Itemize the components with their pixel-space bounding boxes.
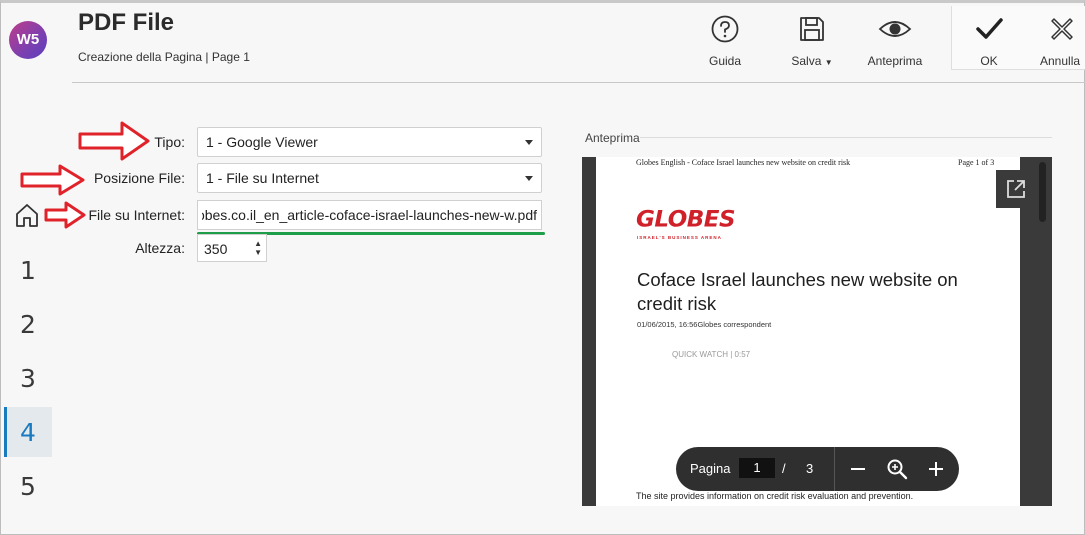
page-controls: Pagina 1 / 3 [676,447,959,491]
chevron-down-icon: ▼ [824,58,833,67]
preview-label: Anteprima [585,131,640,145]
total-pages: 3 [806,461,814,476]
step-2[interactable]: 2 [4,299,52,349]
annulla-button[interactable]: Annulla [1040,14,1084,68]
quick-watch-text: QUICK WATCH | 0:57 [672,350,751,359]
page-title: PDF File [78,9,175,36]
pager-separator: / [782,461,786,476]
altezza-label: Altezza: [135,240,185,256]
step-4[interactable]: 4 [4,407,52,457]
ok-label: OK [980,54,998,68]
salva-label: Salva [791,54,822,68]
guida-button[interactable]: Guida [703,14,747,68]
article-body-text: The site provides information on credit … [636,491,914,501]
zoom-in-icon[interactable] [926,459,946,479]
zoom-fit-icon[interactable] [886,458,908,480]
tipo-value: 1 - Google Viewer [206,134,318,150]
header-divider [72,82,1085,83]
tipo-select[interactable]: 1 - Google Viewer [197,127,542,157]
sidebar: W5 1 2 3 4 5 [0,0,56,535]
breadcrumb: Creazione della Pagina | Page 1 [78,50,250,64]
globes-logo-subtitle: ISRAEL'S BUSINESS ARENA [637,235,722,240]
ok-button[interactable]: OK [970,14,1008,68]
viewer-scrollbar[interactable] [1039,162,1046,222]
close-icon [1051,18,1073,40]
annulla-label: Annulla [1040,54,1081,68]
altezza-stepper[interactable]: 350 ▲ ▼ [197,234,267,262]
save-icon [800,17,824,41]
posizione-file-value: 1 - File su Internet [206,170,319,186]
anteprima-label: Anteprima [867,54,923,68]
pdf-viewer[interactable]: Globes English - Coface Israel launches … [582,157,1052,506]
doc-header-right: Page 1 of 3 [958,158,995,167]
doc-header-left: Globes English - Coface Israel launches … [636,158,851,167]
globes-logo: GLOBES [636,207,736,233]
altezza-value: 350 [204,241,228,257]
home-icon[interactable] [14,202,40,228]
popout-button[interactable] [996,170,1036,208]
article-byline: 01/06/2015, 16:56Globes correspondent [637,320,772,329]
chevron-down-icon [525,176,533,181]
zoom-out-icon[interactable] [848,459,868,479]
posizione-file-select[interactable]: 1 - File su Internet [197,163,542,193]
help-icon [711,15,739,43]
eye-icon [878,21,912,37]
salva-button[interactable]: Salva ▼ [786,14,838,68]
chevron-down-icon [525,140,533,145]
anteprima-button[interactable]: Anteprima [864,14,926,68]
guida-label: Guida [708,54,742,68]
file-su-internet-label: File su Internet: [88,207,186,223]
tipo-label: Tipo: [154,134,185,150]
open-external-icon [1007,180,1025,198]
article-headline: Coface Israel launches new website on cr… [637,269,958,314]
pager-label: Pagina [690,461,731,476]
pager-divider [834,447,835,491]
file-url-input[interactable] [197,200,542,230]
checkmark-icon [976,18,1003,39]
app-logo: W5 [9,21,47,59]
current-page-input[interactable]: 1 [739,458,775,478]
step-5[interactable]: 5 [4,461,52,511]
preview-divider [640,137,1052,138]
spinner-arrows-icon[interactable]: ▲ ▼ [254,239,262,257]
posizione-file-label: Posizione File: [93,170,185,186]
step-3[interactable]: 3 [4,353,52,403]
